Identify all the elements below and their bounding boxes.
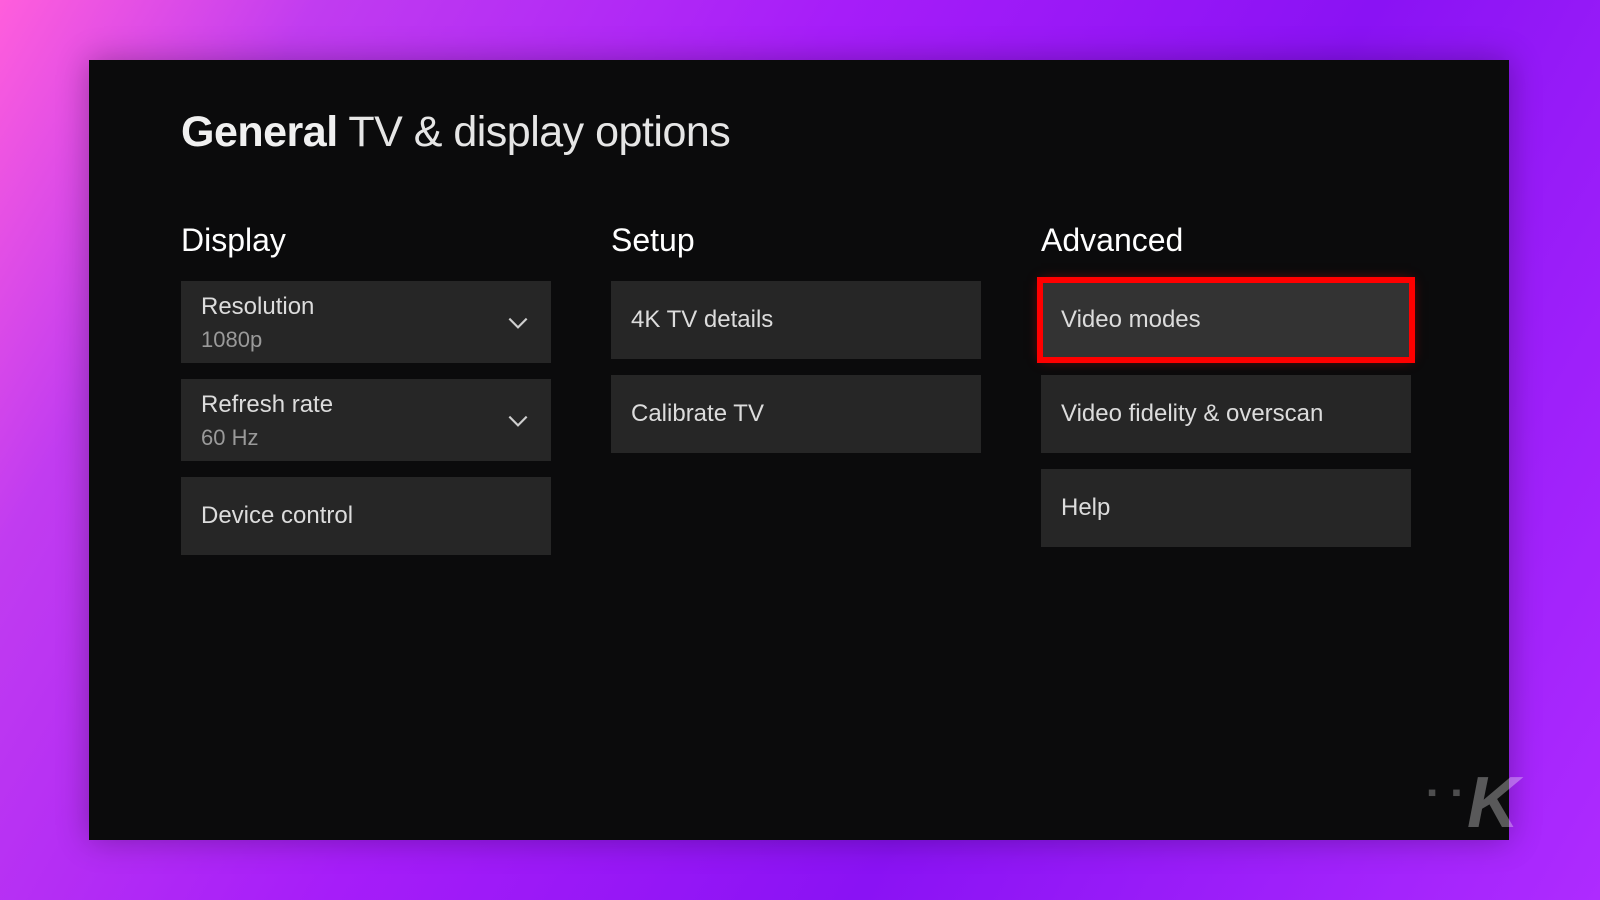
resolution-label: Resolution bbox=[201, 293, 314, 321]
breadcrumb-root: General bbox=[181, 108, 338, 156]
refresh-rate-label: Refresh rate bbox=[201, 391, 333, 419]
desktop-background: General TV & display options Display Res… bbox=[0, 0, 1600, 900]
chevron-down-icon bbox=[505, 293, 531, 353]
settings-columns: Display Resolution 1080p Refresh rate 60… bbox=[181, 222, 1411, 571]
device-control-button[interactable]: Device control bbox=[181, 477, 551, 555]
calibrate-tv-label: Calibrate TV bbox=[631, 400, 764, 428]
video-fidelity-label: Video fidelity & overscan bbox=[1061, 400, 1323, 428]
device-control-label: Device control bbox=[201, 502, 353, 530]
video-modes-button[interactable]: Video modes bbox=[1041, 281, 1411, 359]
settings-window: General TV & display options Display Res… bbox=[89, 60, 1509, 840]
column-title-setup: Setup bbox=[611, 222, 981, 259]
watermark-dots: ▪ ▪ bbox=[1427, 777, 1465, 807]
4k-tv-details-button[interactable]: 4K TV details bbox=[611, 281, 981, 359]
watermark-letter: K bbox=[1467, 763, 1515, 843]
refresh-rate-dropdown[interactable]: Refresh rate 60 Hz bbox=[181, 379, 551, 461]
column-display: Display Resolution 1080p Refresh rate 60… bbox=[181, 222, 551, 571]
4k-tv-details-label: 4K TV details bbox=[631, 306, 773, 334]
watermark-logo: ▪ ▪K bbox=[1427, 762, 1515, 844]
column-title-display: Display bbox=[181, 222, 551, 259]
breadcrumb-child: TV & display options bbox=[348, 108, 730, 156]
help-label: Help bbox=[1061, 494, 1110, 522]
page-title: General TV & display options bbox=[181, 108, 730, 157]
resolution-dropdown[interactable]: Resolution 1080p bbox=[181, 281, 551, 363]
column-advanced: Advanced Video modes Video fidelity & ov… bbox=[1041, 222, 1411, 571]
video-fidelity-button[interactable]: Video fidelity & overscan bbox=[1041, 375, 1411, 453]
chevron-down-icon bbox=[505, 391, 531, 451]
column-setup: Setup 4K TV details Calibrate TV bbox=[611, 222, 981, 571]
refresh-rate-value: 60 Hz bbox=[201, 425, 333, 451]
resolution-value: 1080p bbox=[201, 327, 314, 353]
help-button[interactable]: Help bbox=[1041, 469, 1411, 547]
calibrate-tv-button[interactable]: Calibrate TV bbox=[611, 375, 981, 453]
column-title-advanced: Advanced bbox=[1041, 222, 1411, 259]
video-modes-label: Video modes bbox=[1061, 306, 1201, 334]
